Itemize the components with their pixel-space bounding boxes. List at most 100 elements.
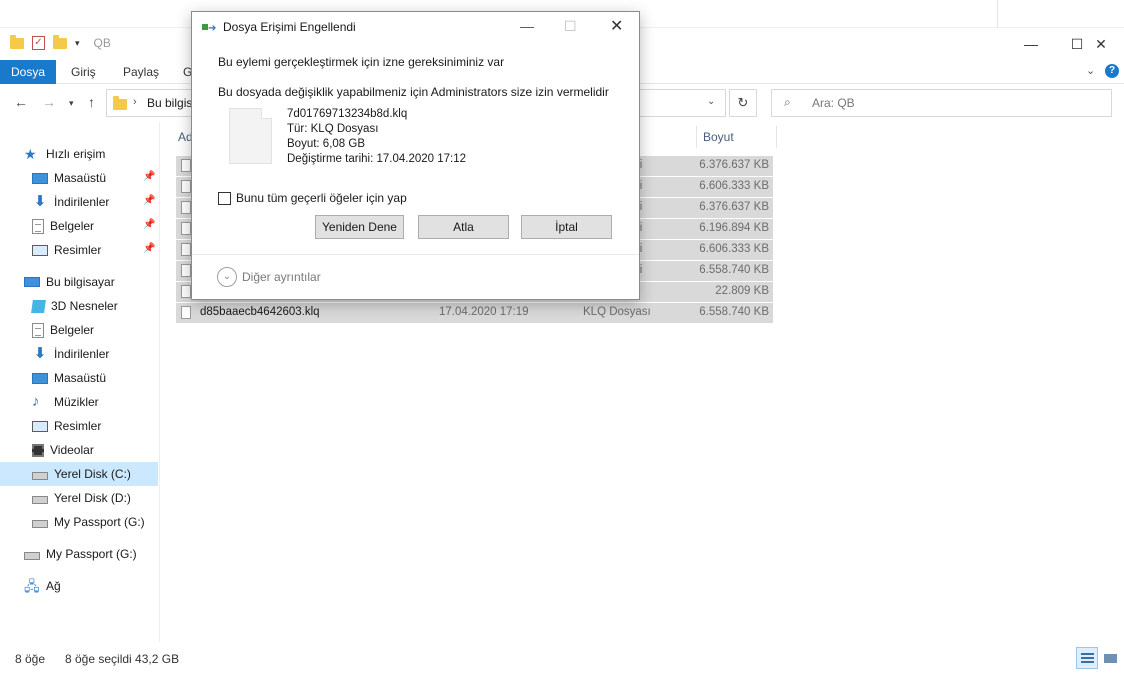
sidebar-item-3d-objects[interactable]: 3D Nesneler	[0, 294, 158, 318]
file-size: 22.809 KB	[715, 285, 769, 297]
file-icon	[181, 285, 191, 298]
computer-icon	[24, 277, 40, 287]
new-folder-icon[interactable]	[53, 34, 67, 49]
details-view-button[interactable]	[1076, 647, 1098, 669]
sidebar-item-desktop-pc[interactable]: Masaüstü	[0, 366, 158, 390]
skip-button[interactable]: Atla	[418, 215, 509, 239]
desktop-icon	[32, 172, 48, 184]
sidebar-item-downloads[interactable]: ⬇ İndirilenler 📌	[0, 190, 158, 214]
sidebar-item-local-disk-c[interactable]: Yerel Disk (C:)	[0, 462, 158, 486]
quick-access-toolbar: ✓ ▾ QB	[10, 34, 111, 50]
apply-to-all-checkbox[interactable]: Bunu tüm geçerli öğeler için yap	[218, 191, 407, 205]
file-icon	[181, 201, 191, 214]
column-header-size[interactable]: Boyut	[703, 130, 734, 144]
refresh-button[interactable]: ↻	[729, 89, 757, 117]
search-input[interactable]: ⌕ Ara: QB	[771, 89, 1112, 117]
navigation-pane: ★ Hızlı erişim Masaüstü 📌 ⬇ İndirilenler…	[0, 122, 160, 642]
help-icon[interactable]: ?	[1105, 64, 1119, 78]
properties-icon[interactable]: ✓	[32, 36, 45, 50]
retry-button[interactable]: Yeniden Dene	[315, 215, 404, 239]
sidebar-item-quick-access[interactable]: ★ Hızlı erişim	[0, 142, 158, 166]
file-size: 6.606.333 KB	[699, 243, 769, 255]
sidebar-item-label: Videolar	[50, 443, 94, 457]
sidebar-item-label: My Passport (G:)	[46, 547, 137, 561]
3d-objects-icon	[31, 299, 46, 313]
chevron-down-icon[interactable]: ⌄	[1086, 64, 1095, 77]
back-arrow-icon[interactable]: ←	[14, 94, 28, 110]
status-bar: 8 öğe 8 öğe seçildi 43,2 GB	[0, 642, 1124, 678]
close-button[interactable]: ✕	[1078, 28, 1124, 60]
video-icon	[32, 443, 44, 457]
up-arrow-icon[interactable]: ↑	[88, 94, 95, 110]
chevron-down-icon[interactable]: ⌄	[217, 267, 237, 287]
file-size: 6.196.894 KB	[699, 222, 769, 234]
file-icon	[229, 108, 272, 164]
file-icon	[181, 180, 191, 193]
sidebar-item-documents-pc[interactable]: Belgeler	[0, 318, 158, 342]
minimize-button[interactable]: —	[1008, 28, 1054, 60]
dialog-footer: ⌄ Diğer ayrıntılar	[192, 254, 639, 300]
large-icons-view-button[interactable]	[1099, 647, 1121, 669]
selection-info: 8 öğe seçildi 43,2 GB	[65, 652, 180, 666]
dialog-file-name: 7d01769713234b8d.klq	[287, 108, 408, 120]
breadcrumb-separator-icon: ›	[133, 96, 137, 108]
sidebar-item-local-disk-d[interactable]: Yerel Disk (D:)	[0, 486, 158, 510]
customize-qat-icon[interactable]: ▾	[75, 38, 80, 49]
file-type: KLQ Dosyası	[583, 306, 651, 318]
dialog-message: Bu dosyada değişiklik yapabilmeniz için …	[218, 85, 609, 99]
sidebar-item-my-passport-pc[interactable]: My Passport (G:)	[0, 510, 158, 534]
file-transfer-icon: ➔	[202, 23, 216, 34]
tab-share[interactable]: Paylaş	[123, 60, 159, 84]
drive-icon	[32, 496, 48, 504]
folder-icon	[10, 34, 24, 49]
download-icon: ⬇	[33, 193, 47, 210]
file-icon	[181, 264, 191, 277]
sidebar-item-documents[interactable]: Belgeler 📌	[0, 214, 158, 238]
dialog-file-type: Tür: KLQ Dosyası	[287, 123, 379, 135]
sidebar-item-desktop[interactable]: Masaüstü 📌	[0, 166, 158, 190]
sidebar-item-label: Müzikler	[54, 395, 99, 409]
file-icon	[181, 159, 191, 172]
more-details-link[interactable]: Diğer ayrıntılar	[242, 270, 321, 284]
pin-icon: 📌	[143, 195, 156, 206]
sidebar-item-this-pc[interactable]: Bu bilgisayar	[0, 270, 158, 294]
column-divider[interactable]	[776, 126, 777, 148]
sidebar-item-music[interactable]: ♪ Müzikler	[0, 390, 158, 414]
sidebar-item-downloads-pc[interactable]: ⬇ İndirilenler	[0, 342, 158, 366]
pictures-icon	[32, 244, 48, 256]
dialog-file-size: Boyut: 6,08 GB	[287, 138, 365, 150]
forward-arrow-icon[interactable]: →	[42, 94, 56, 110]
access-denied-dialog: ➔ Dosya Erişimi Engellendi — ☐ ✕ Bu eyle…	[191, 11, 640, 300]
sidebar-item-network[interactable]: 🖧 Ağ	[0, 574, 158, 598]
sidebar-item-label: Belgeler	[50, 323, 95, 337]
file-date: 17.04.2020 17:19	[439, 306, 529, 318]
recent-locations-icon[interactable]: ▾	[69, 98, 74, 109]
dialog-close-button[interactable]: ✕	[610, 16, 623, 36]
checkbox-box[interactable]	[218, 191, 231, 205]
dialog-title: Dosya Erişimi Engellendi	[223, 20, 356, 34]
sidebar-item-label: Hızlı erişim	[46, 147, 106, 161]
pin-icon: 📌	[143, 219, 156, 230]
dialog-minimize-button[interactable]: —	[520, 18, 534, 34]
sidebar-item-label: Masaüstü	[54, 371, 107, 385]
tab-home[interactable]: Giriş	[71, 60, 96, 84]
folder-icon	[113, 96, 127, 110]
cancel-button[interactable]: İptal	[521, 215, 612, 239]
pin-icon: 📌	[143, 171, 156, 182]
sidebar-item-videos[interactable]: Videolar	[0, 438, 158, 462]
file-icon	[181, 306, 191, 319]
breadcrumb[interactable]: Bu bilgis	[147, 96, 192, 110]
table-row[interactable]: d85baaecb4642603.klq 17.04.2020 17:19 KL…	[176, 303, 773, 323]
sidebar-item-pictures-pc[interactable]: Resimler	[0, 414, 158, 438]
sidebar-item-pictures[interactable]: Resimler 📌	[0, 238, 158, 262]
document-icon	[32, 322, 44, 338]
sidebar-item-label: Ağ	[46, 579, 61, 593]
dialog-maximize-button: ☐	[564, 18, 577, 34]
tab-file[interactable]: Dosya	[0, 60, 56, 84]
sidebar-item-my-passport[interactable]: My Passport (G:)	[0, 542, 158, 566]
chevron-down-icon[interactable]: ⌄	[707, 96, 715, 107]
pin-icon: 📌	[143, 243, 156, 254]
download-icon: ⬇	[33, 345, 47, 362]
checkbox-label: Bunu tüm geçerli öğeler için yap	[236, 191, 407, 205]
column-divider[interactable]	[696, 126, 697, 148]
